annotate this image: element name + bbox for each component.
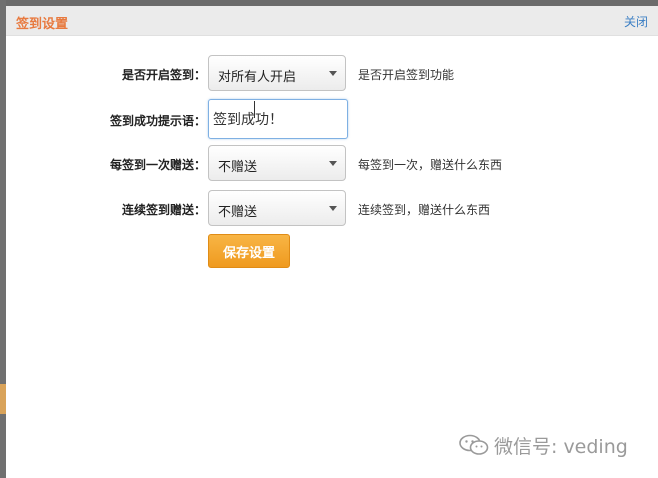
mouse-cursor-icon	[254, 101, 255, 118]
enable-checkin-label: 是否开启签到：	[121, 68, 206, 82]
success-message-row: 签到成功提示语：	[6, 99, 658, 141]
streak-gift-row: 连续签到赠送： 不赠送 连续签到，赠送什么东西	[6, 190, 658, 228]
chevron-down-icon	[329, 71, 337, 76]
chevron-down-icon	[329, 161, 337, 166]
streak-gift-label: 连续签到赠送：	[121, 203, 206, 217]
streak-gift-value: 不赠送	[218, 205, 258, 220]
enable-checkin-value: 对所有人开启	[218, 70, 297, 85]
close-link[interactable]: 关闭	[624, 13, 648, 30]
checkin-settings-dialog: 签到设置 关闭 是否开启签到： 对所有人开启 是否开启签到功能 签到成功提示语：…	[6, 6, 658, 478]
enable-checkin-select[interactable]: 对所有人开启	[208, 55, 346, 91]
per-checkin-gift-row: 每签到一次赠送： 不赠送 每签到一次，赠送什么东西	[6, 145, 658, 183]
per-checkin-gift-hint: 每签到一次，赠送什么东西	[358, 158, 503, 172]
per-checkin-gift-select[interactable]: 不赠送	[208, 145, 346, 181]
dialog-titlebar: 签到设置 关闭	[6, 6, 658, 36]
chevron-down-icon	[329, 206, 337, 211]
success-message-input[interactable]	[208, 99, 348, 139]
dialog-title: 签到设置	[16, 17, 69, 32]
per-checkin-gift-label: 每签到一次赠送：	[109, 158, 206, 172]
watermark-text: 微信号: veding	[494, 436, 628, 458]
wechat-icon	[459, 434, 489, 455]
enable-checkin-row: 是否开启签到： 对所有人开启 是否开启签到功能	[6, 55, 658, 93]
streak-gift-hint: 连续签到，赠送什么东西	[358, 203, 491, 217]
streak-gift-select[interactable]: 不赠送	[208, 190, 346, 226]
enable-checkin-hint: 是否开启签到功能	[358, 68, 455, 82]
success-message-label: 签到成功提示语：	[109, 114, 206, 128]
per-checkin-gift-value: 不赠送	[218, 160, 258, 175]
save-settings-button[interactable]: 保存设置	[208, 234, 290, 268]
